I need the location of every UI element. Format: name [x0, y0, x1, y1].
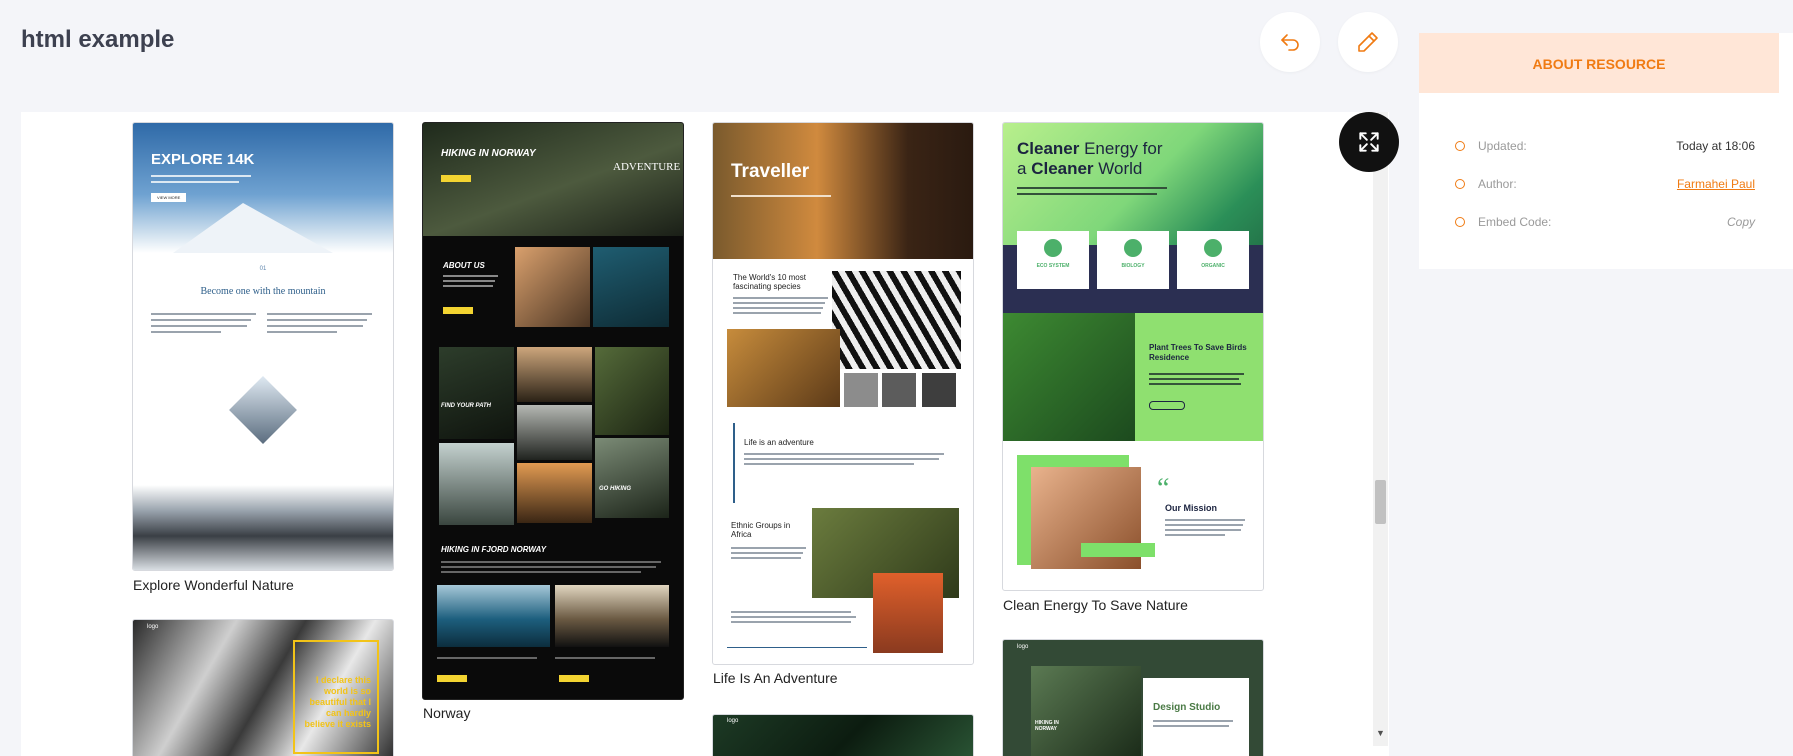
fullscreen-button[interactable]	[1339, 112, 1399, 172]
expand-icon	[1359, 132, 1379, 152]
thumb-section-plant: Plant Trees To Save Birds Residence	[1149, 343, 1247, 362]
template-caption: Explore Wonderful Nature	[133, 577, 294, 593]
thumb-studio-sub: HIKING IN NORWAY	[1035, 720, 1059, 732]
thumb-studio-title: Design Studio	[1153, 702, 1221, 713]
thumb-hero-c: a	[1017, 159, 1032, 178]
undo-icon	[1281, 34, 1299, 51]
thumb-section-life: Life is an adventure	[744, 438, 814, 447]
about-row-author: Author: Farmahei Paul	[1419, 171, 1779, 201]
thumb-hero-b: Energy for	[1079, 139, 1163, 158]
thumb-section-path: FIND YOUR PATH	[441, 403, 492, 409]
thumb-hero-title: HIKING IN NORWAY	[441, 148, 536, 159]
preview-scrollbar[interactable]	[1373, 112, 1388, 746]
thumb-card-eco: ECO SYSTEM	[1036, 263, 1070, 269]
thumb-card-organic: ORGANIC	[1201, 263, 1225, 269]
thumb-number: 01	[259, 266, 267, 272]
sidebar-edge	[1779, 33, 1793, 269]
thumb-section-hiking: GO HIKING	[599, 486, 632, 492]
about-label: Author:	[1478, 177, 1517, 191]
bullet-icon	[1455, 217, 1465, 227]
template-thumb: logo	[712, 714, 974, 756]
thumb-hero-a: Cleaner	[1017, 139, 1080, 158]
thumb-logo: logo	[727, 718, 739, 724]
bullet-icon	[1455, 141, 1465, 151]
template-thumb: logo HIKING IN NORWAY Design Studio	[1002, 639, 1264, 756]
template-preview: EXPLORE 14K VIEW MORE 01 Become one with…	[21, 112, 1389, 756]
about-row-embed: Embed Code: Copy	[1419, 209, 1779, 239]
about-resource-header: ABOUT RESOURCE	[1419, 33, 1779, 93]
template-caption: Norway	[423, 705, 471, 721]
template-thumb: Traveller The World's 10 most fascinatin…	[712, 122, 974, 665]
thumb-logo: logo	[1017, 644, 1029, 650]
edit-button[interactable]	[1338, 12, 1398, 72]
thumb-card-biology: BIOLOGY	[1121, 263, 1145, 269]
thumb-section-ethnic: Ethnic Groups in Africa	[731, 521, 791, 539]
template-caption: Clean Energy To Save Nature	[1003, 597, 1188, 613]
template-thumb: EXPLORE 14K VIEW MORE 01 Become one with…	[132, 122, 394, 571]
thumb-logo: logo	[147, 624, 159, 630]
undo-button[interactable]	[1260, 12, 1320, 72]
thumb-section-species: The World's 10 most fascinating species	[733, 273, 806, 291]
thumb-badge: ADVENTURE	[613, 161, 681, 173]
copy-embed-button[interactable]: Copy	[1727, 215, 1755, 229]
thumb-quote: I declare this world is so beautiful tha…	[304, 675, 371, 729]
template-caption: Life Is An Adventure	[713, 670, 838, 686]
preview-scrollbar-thumb[interactable]	[1375, 480, 1386, 524]
thumb-section-mission: Our Mission	[1165, 503, 1218, 513]
template-thumb: logo I declare this world is so beautifu…	[132, 619, 394, 756]
thumb-subheading: Become one with the mountain	[200, 286, 326, 297]
thumb-hero-e: World	[1093, 159, 1143, 178]
author-link[interactable]: Farmahei Paul	[1677, 177, 1755, 191]
about-resource-panel: ABOUT RESOURCE Updated: Today at 18:06 A…	[1419, 33, 1779, 269]
thumb-hero-d: Cleaner	[1031, 159, 1094, 178]
about-row-updated: Updated: Today at 18:06	[1419, 133, 1779, 163]
page-title: html example	[21, 26, 175, 53]
thumb-section-about: ABOUT US	[443, 261, 485, 270]
about-label: Embed Code:	[1478, 215, 1552, 229]
thumb-hero-title: EXPLORE 14K	[151, 151, 255, 168]
template-thumb: Cleaner Energy for a Cleaner World ECO S…	[1002, 122, 1264, 591]
about-label: Updated:	[1478, 139, 1527, 153]
thumb-section-fjord: HIKING IN FJORD NORWAY	[441, 545, 547, 554]
thumb-hero-title: Traveller	[731, 161, 810, 182]
template-thumb: HIKING IN NORWAY ADVENTURE ABOUT US FIND…	[422, 122, 684, 700]
scroll-down-arrow[interactable]: ▼	[1374, 727, 1387, 740]
thumb-hero-button: VIEW MORE	[151, 193, 187, 202]
bullet-icon	[1455, 179, 1465, 189]
pencil-icon	[1358, 32, 1378, 52]
about-value: Today at 18:06	[1676, 139, 1755, 153]
